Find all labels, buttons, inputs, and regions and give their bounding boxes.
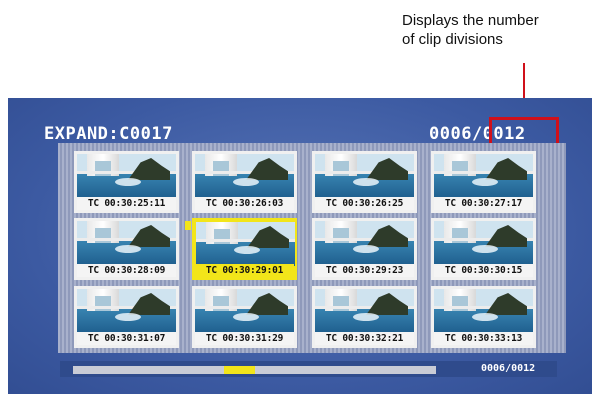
clip-thumbnail[interactable]: TC 00:30:31:07 [74,286,179,348]
screen-title: EXPAND:C0017 [44,124,173,144]
thumbnail-image [195,221,296,267]
scroll-track[interactable] [73,366,436,374]
scroll-thumb[interactable] [224,366,255,374]
clip-thumbnail[interactable]: TC 00:30:32:21 [312,286,417,348]
clip-thumbnail[interactable]: TC 00:30:26:03 [192,151,297,213]
clip-thumbnail[interactable]: TC 00:30:33:13 [431,286,536,348]
clip-thumbnail[interactable]: TC 00:30:30:15 [431,218,536,280]
timecode-label: TC 00:30:28:09 [77,264,176,277]
thumbnail-image [195,154,294,198]
thumbnail-image [195,289,294,333]
timecode-label: TC 00:30:26:03 [195,197,294,210]
annotation-callout: Displays the number of clip divisions [402,11,592,49]
clip-thumbnail[interactable]: TC 00:30:25:11 [74,151,179,213]
thumbnail-image [315,289,414,333]
timecode-label: TC 00:30:29:01 [195,264,294,277]
thumbnail-image [315,221,414,265]
thumbnail-image [77,154,176,198]
timecode-label: TC 00:30:29:23 [315,264,414,277]
thumbnail-grid: TC 00:30:25:11 TC 00:30:26:03 TC 00:30:26:… [74,151,544,353]
annotation-line-2: of clip divisions [402,31,503,48]
selection-marker [185,221,191,230]
counter-current: 0006/ [429,124,483,144]
thumbnail-image [434,289,533,333]
timecode-label: TC 00:30:27:17 [434,197,533,210]
clip-thumbnail[interactable]: TC 00:30:27:17 [431,151,536,213]
timecode-label: TC 00:30:31:07 [77,332,176,345]
clip-thumbnail[interactable]: TC 00:30:29:01 [192,218,297,280]
clip-thumbnail[interactable]: TC 00:30:26:25 [312,151,417,213]
timecode-label: TC 00:30:26:25 [315,197,414,210]
thumbnail-image [434,154,533,198]
page-indicator: 0006/0012 [481,363,536,374]
thumbnail-image [77,289,176,333]
annotation-line-1: Displays the number [402,12,539,29]
timecode-label: TC 00:30:31:29 [195,332,294,345]
timecode-label: TC 00:30:33:13 [434,332,533,345]
thumbnail-image [77,221,176,265]
clip-thumbnail[interactable]: TC 00:30:28:09 [74,218,179,280]
clip-thumbnail[interactable]: TC 00:30:31:29 [192,286,297,348]
thumbnail-image [434,221,533,265]
timecode-label: TC 00:30:30:15 [434,264,533,277]
timecode-label: TC 00:30:32:21 [315,332,414,345]
timecode-label: TC 00:30:25:11 [77,197,176,210]
clip-thumbnail[interactable]: TC 00:30:29:23 [312,218,417,280]
thumbnail-image [315,154,414,198]
